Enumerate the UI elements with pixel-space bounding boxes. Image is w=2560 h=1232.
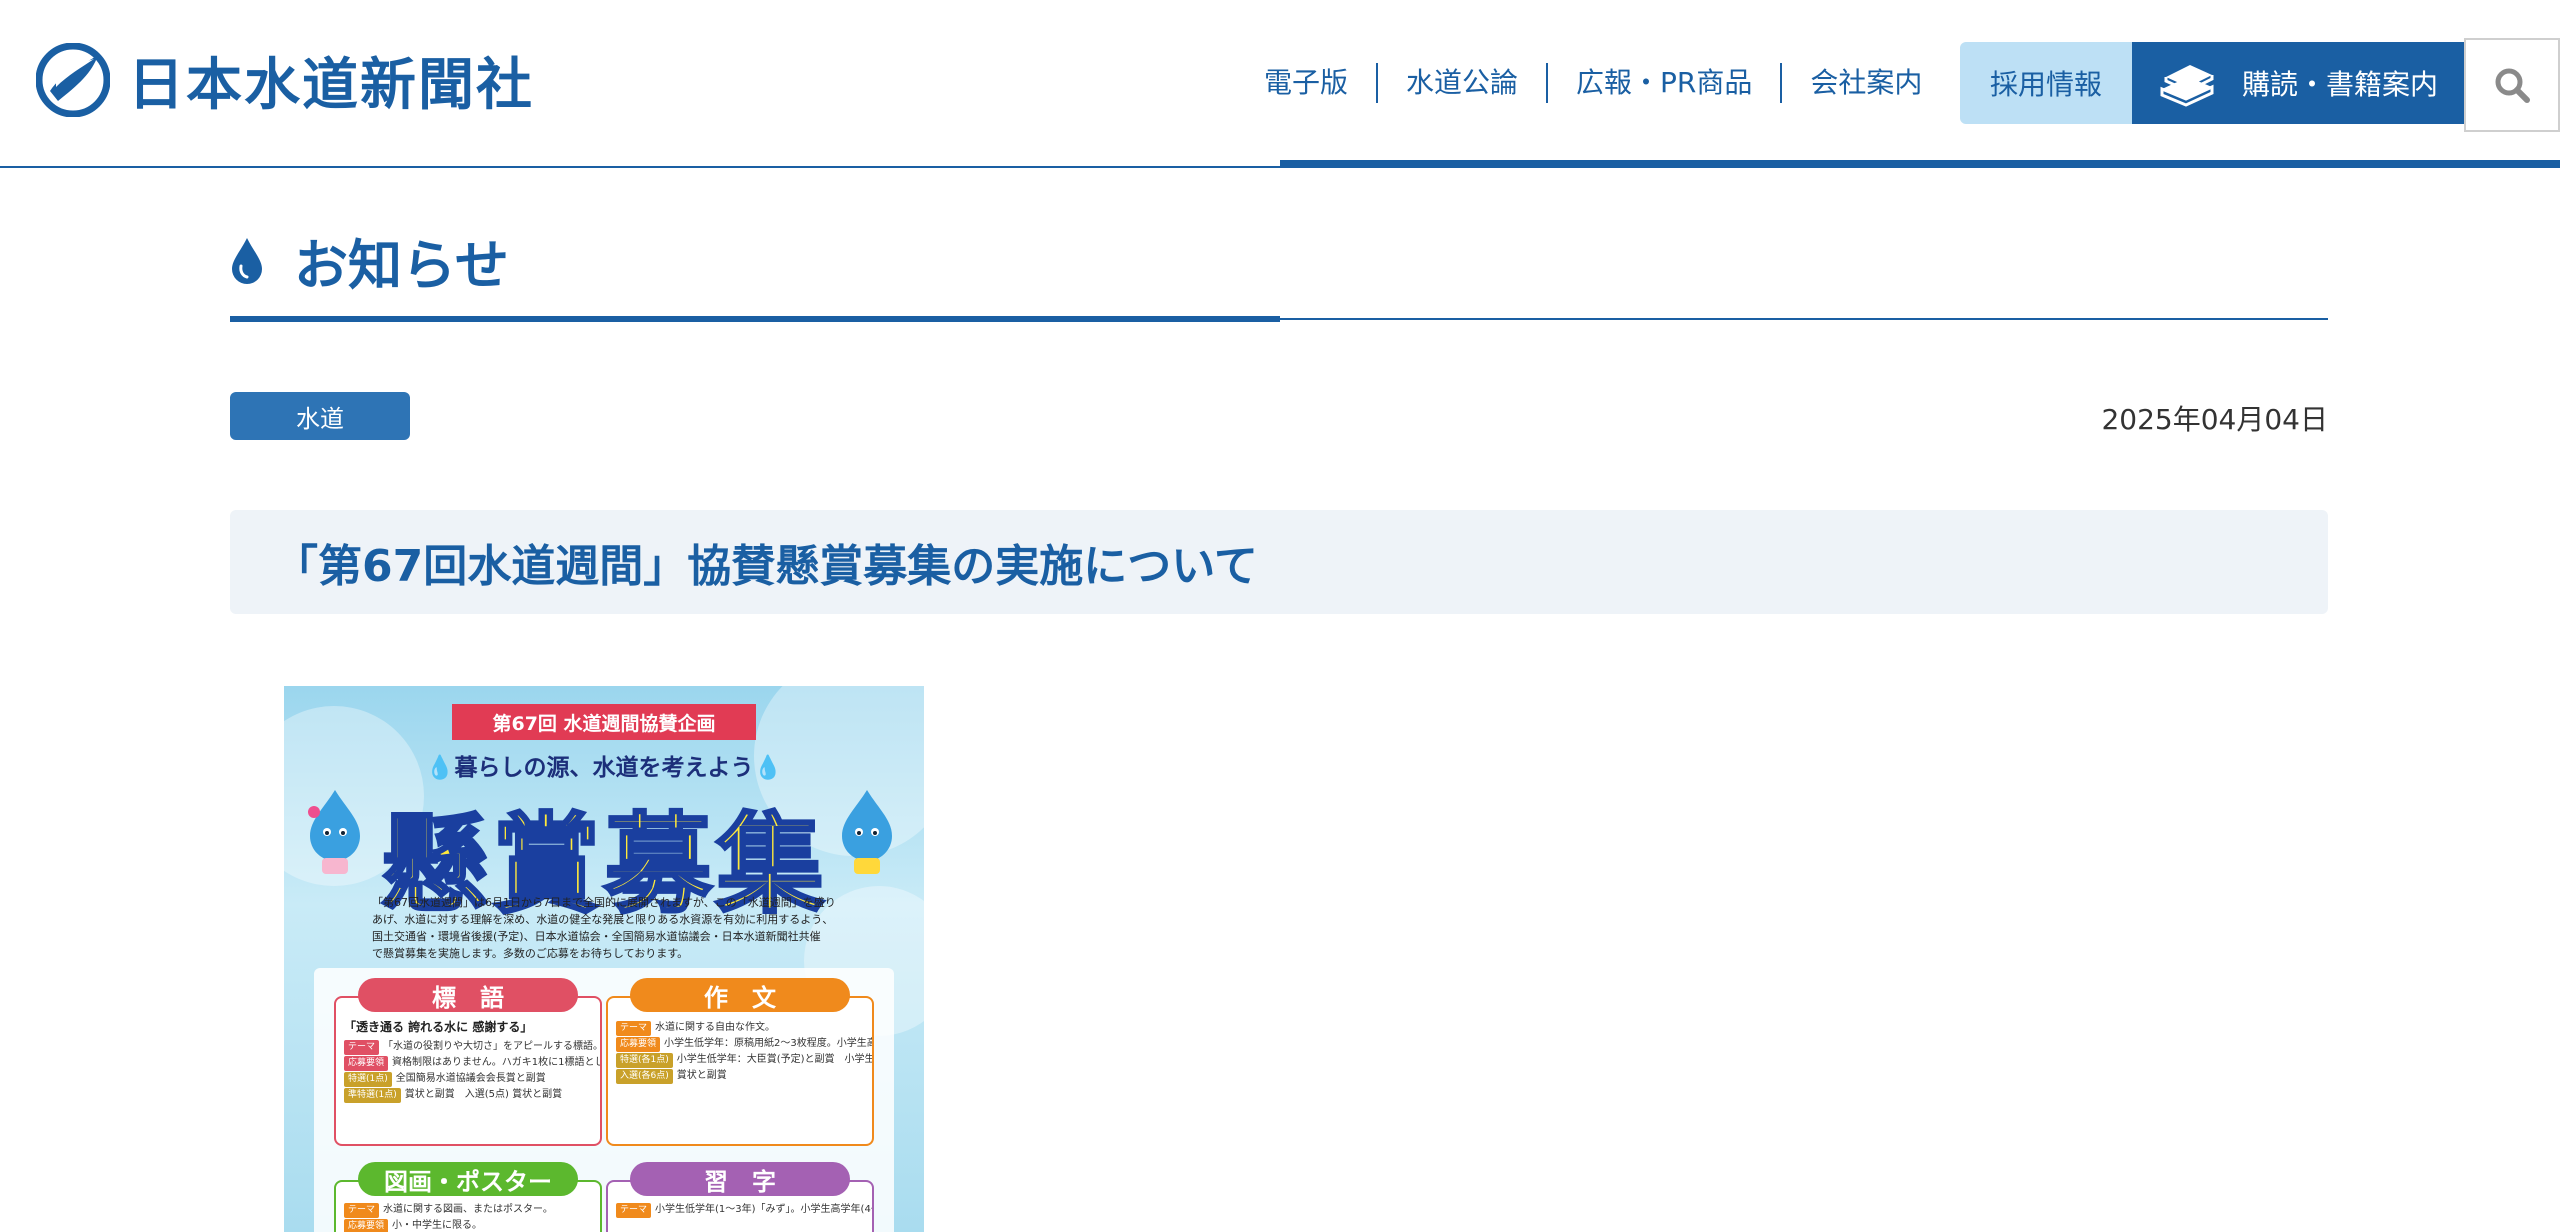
post-date: 2025年04月04日	[2101, 403, 2328, 436]
page-title: お知らせ	[294, 233, 509, 297]
category-line: 応募要領資格制限はありません。ハガキ1枚に1標語とし、応募数は自由。	[336, 1055, 600, 1071]
water-drop-icon	[232, 238, 262, 284]
subscribe-button[interactable]: 購読・書籍案内	[2132, 42, 2464, 124]
category-badge[interactable]: 水道	[230, 392, 410, 440]
recruit-button[interactable]: 採用情報	[1960, 42, 2132, 124]
category-line: 応募要領 小・中学生に限る。	[336, 1218, 600, 1232]
site-header: 日本水道新聞社 電子版 水道公論 広報・PR商品 会社案内 採用情報 購読・書籍…	[0, 0, 2560, 168]
category-card-essay: テーマ 水道に関する自由な作文。 応募要領 小学生低学年：原稿用紙2～3枚程度。小学…	[606, 996, 874, 1146]
logo-text: 日本水道新聞社	[128, 52, 534, 118]
swirl-logo-icon	[36, 43, 110, 117]
poster-ribbon: 第67回 水道週間協賛企画	[452, 704, 756, 740]
category-head-slogan: 標 語	[358, 978, 578, 1012]
poster-categories-panel: 「透き通る 誇れる水に 感謝する」 テーマ 「水道の役割りや大切さ」をアピールする…	[314, 968, 894, 1232]
main-nav: 電子版 水道公論 広報・PR商品 会社案内	[1236, 42, 1950, 124]
header-accent-bar	[1280, 160, 2560, 168]
books-icon	[2160, 65, 2214, 107]
category-line: 応募要領小学生低学年：原稿用紙2～3枚程度。小学生高学年：原稿用紙3～4枚程度。…	[608, 1036, 872, 1052]
category-line: テーマ 水道に関する自由な作文。	[608, 1020, 872, 1036]
category-line: 特選(1点) 全国簡易水道協議会会長賞と副賞	[336, 1071, 600, 1087]
heading-divider-accent	[230, 316, 1280, 322]
nav-item-company[interactable]: 会社案内	[1782, 63, 1950, 103]
category-head-calligraphy: 習 字	[630, 1162, 850, 1196]
category-card-slogan: 「透き通る 誇れる水に 感謝する」 テーマ 「水道の役割りや大切さ」をアピールする…	[334, 996, 602, 1146]
poster-intro: 「第67回水道週間」は6月1日から7日まで全国的に展開されますが、この「水道週間…	[372, 896, 836, 960]
search-icon	[2495, 68, 2530, 103]
category-head-poster: 図画・ポスター	[358, 1162, 578, 1196]
poster-subtitle: 💧暮らしの源、水道を考えよう💧	[425, 755, 783, 781]
mascot-girl-icon	[308, 790, 360, 874]
category-line: テーマ 「水道の役割りや大切さ」をアピールする標語。	[336, 1039, 600, 1055]
mascot-boy-icon	[842, 790, 892, 874]
category-line: テーマ 水道に関する図画、またはポスター。	[336, 1202, 600, 1218]
nav-item-koron[interactable]: 水道公論	[1378, 63, 1549, 103]
nav-item-digital[interactable]: 電子版	[1236, 63, 1379, 103]
article-title-box: 「第67回水道週間」協賛懸賞募集の実施について	[230, 510, 2328, 614]
category-head-essay: 作 文	[630, 978, 850, 1012]
search-button[interactable]	[2464, 38, 2560, 132]
category-line: 特選(各1点)小学生低学年：大臣賞(予定)と副賞 小学生高学年：大臣賞(予定)と…	[608, 1052, 872, 1068]
category-line: テーマ小学生低学年(1～3年)「みず」。小学生高学年(4～6年)「水道開」。	[608, 1202, 872, 1218]
category-line: 準特選(1点) 賞状と副賞 入選(5点) 賞状と副賞	[336, 1087, 600, 1103]
nav-item-pr[interactable]: 広報・PR商品	[1548, 63, 1783, 103]
article-title: 「第67回水道週間」協賛懸賞募集の実施について	[274, 541, 1258, 592]
subscribe-label: 購読・書籍案内	[2241, 68, 2438, 101]
site-logo[interactable]: 日本水道新聞社	[36, 40, 534, 120]
category-line: 入選(各6点) 賞状と副賞	[608, 1068, 872, 1084]
page-heading: お知らせ	[230, 224, 509, 297]
contest-poster-image[interactable]: 第67回 水道週間協賛企画 💧暮らしの源、水道を考えよう💧 懸賞募集 「第67回…	[284, 686, 924, 1232]
